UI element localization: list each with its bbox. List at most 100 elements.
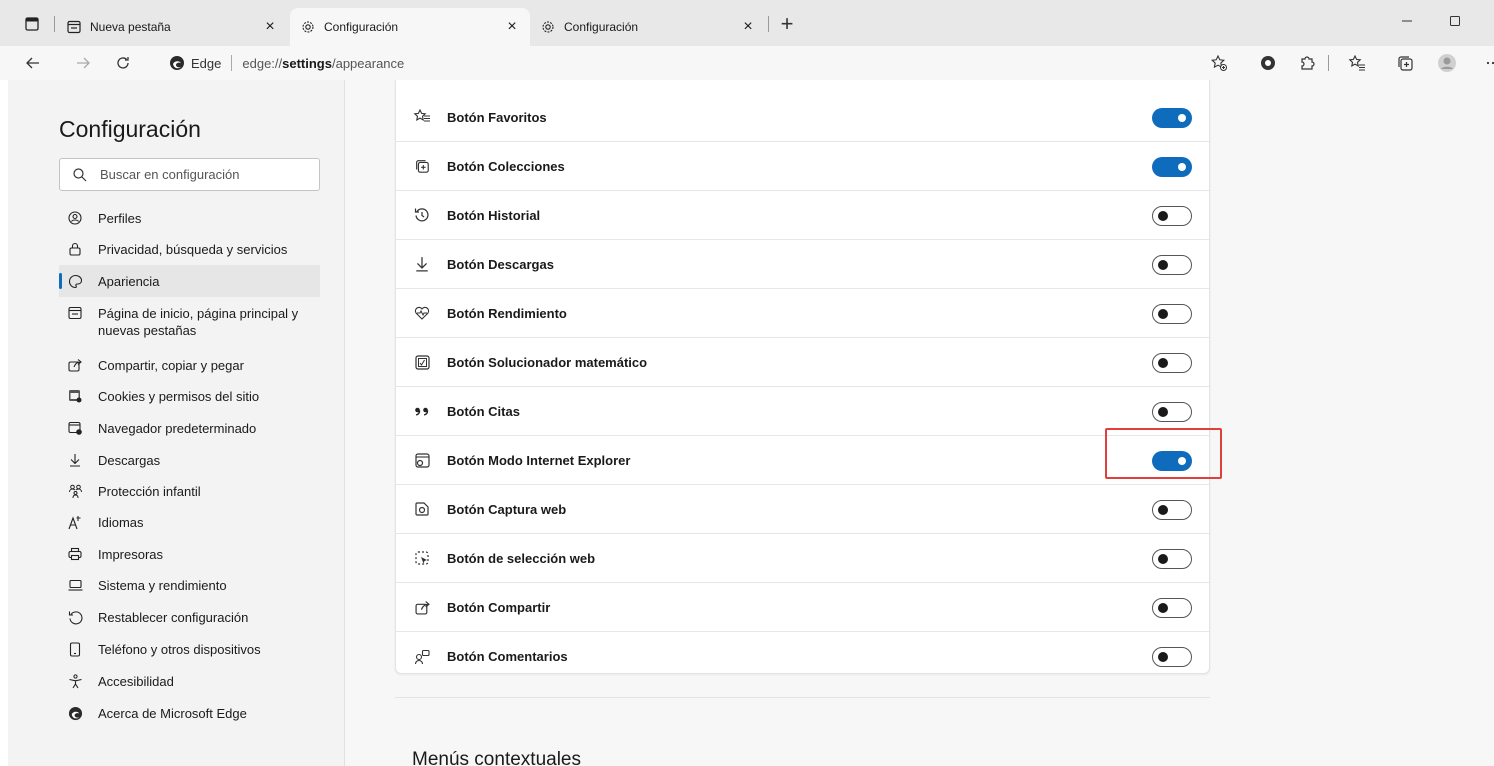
tab-settings-active[interactable]: Configuración × (290, 8, 530, 46)
sidebar-item-pagina-inicio[interactable]: Página de inicio, página principal y nue… (59, 305, 320, 339)
toggle-switch[interactable] (1152, 157, 1192, 177)
tab-settings[interactable]: Configuración × (530, 8, 766, 46)
palette-icon (67, 273, 83, 289)
tab-title: Configuración (564, 20, 639, 34)
sidebar-item-label: Idiomas (98, 515, 144, 530)
maximize-icon[interactable] (1444, 10, 1466, 32)
forward-icon[interactable] (70, 50, 96, 76)
printer-icon (67, 546, 83, 562)
setting-label: Botón Colecciones (447, 158, 565, 174)
close-icon[interactable]: × (740, 18, 756, 35)
profile-icon (67, 210, 83, 226)
setting-row-comentarios: Botón Comentarios (396, 632, 1209, 681)
settings-sidebar: Configuración Perfiles Privacidad, búsqu… (8, 80, 345, 766)
tab-new-tab[interactable]: Nueva pestaña × (56, 8, 288, 46)
gear-icon (540, 19, 556, 35)
download-icon (67, 452, 83, 468)
setting-label: Botón de selección web (447, 550, 596, 566)
refresh-icon[interactable] (110, 50, 136, 76)
section-divider (395, 697, 1210, 698)
setting-row-seleccion: Botón de selección web (396, 534, 1209, 583)
extensions-puzzle-icon[interactable] (1296, 52, 1318, 74)
sidebar-item-label: Restablecer configuración (98, 610, 249, 625)
close-icon[interactable]: × (262, 18, 278, 35)
download-icon (413, 255, 431, 273)
new-tab-button[interactable]: + (776, 13, 798, 36)
gear-icon (300, 19, 316, 35)
sidebar-item-apariencia[interactable]: Apariencia (59, 265, 320, 297)
setting-row-colecciones: Botón Colecciones (396, 142, 1209, 191)
toggle-switch[interactable] (1152, 500, 1192, 520)
sidebar-item-impresoras[interactable]: Impresoras (59, 546, 320, 563)
extension-icon[interactable] (1257, 52, 1279, 74)
laptop-icon (67, 577, 83, 593)
address-bar[interactable]: Edge edge://settings/appearance (152, 48, 1232, 78)
section-title-context-menus: Menús contextuales (412, 749, 581, 766)
sidebar-item-proteccion[interactable]: Protección infantil (59, 483, 320, 500)
sidebar-item-descargas[interactable]: Descargas (59, 452, 320, 469)
tab-actions-icon[interactable] (22, 14, 42, 34)
back-icon[interactable] (20, 50, 46, 76)
navigation-toolbar: Edge edge://settings/appearance (0, 46, 1494, 80)
sidebar-item-label: Compartir, copiar y pegar (98, 358, 244, 373)
cookies-icon (67, 388, 83, 404)
default-browser-icon (67, 420, 83, 436)
add-favorite-icon[interactable] (1208, 52, 1230, 74)
sidebar-item-accesibilidad[interactable]: Accesibilidad (59, 673, 320, 690)
toggle-switch[interactable] (1152, 206, 1192, 226)
toggle-switch[interactable] (1152, 402, 1192, 422)
search-input[interactable] (100, 167, 300, 182)
sidebar-item-acerca[interactable]: Acerca de Microsoft Edge (59, 705, 320, 722)
sidebar-item-label: Cookies y permisos del sitio (98, 389, 260, 404)
search-icon (73, 167, 87, 181)
sidebar-item-restablecer[interactable]: Restablecer configuración (59, 609, 320, 626)
setting-row-descargas: Botón Descargas (396, 240, 1209, 289)
sidebar-item-label: Accesibilidad (98, 674, 174, 689)
quotes-icon (413, 402, 431, 420)
tab-divider (54, 16, 55, 32)
toggle-switch[interactable] (1152, 353, 1192, 373)
toggle-switch[interactable] (1152, 647, 1192, 667)
edge-logo-icon (170, 56, 184, 70)
toggle-switch[interactable] (1152, 598, 1192, 618)
setting-row-favoritos: Botón Favoritos (396, 93, 1209, 142)
setting-label: Botón Comentarios (447, 649, 568, 664)
toggle-switch[interactable] (1152, 451, 1192, 471)
sidebar-item-label: Impresoras (98, 547, 164, 562)
setting-label: Botón Favoritos (447, 109, 547, 125)
page-title: Configuración (59, 116, 201, 142)
toggle-switch[interactable] (1152, 549, 1192, 569)
sidebar-item-label: Protección infantil (98, 484, 201, 499)
close-icon[interactable]: × (504, 18, 520, 35)
setting-row-captura: Botón Captura web (396, 485, 1209, 534)
more-options-icon[interactable] (1478, 52, 1494, 74)
sidebar-item-perfiles[interactable]: Perfiles (59, 210, 320, 227)
feedback-icon (413, 648, 431, 666)
sidebar-item-privacidad[interactable]: Privacidad, búsqueda y servicios (59, 241, 320, 258)
favorites-icon[interactable] (1346, 52, 1368, 74)
sidebar-item-idiomas[interactable]: Idiomas (59, 514, 320, 531)
setting-row-rendimiento: Botón Rendimiento (396, 289, 1209, 338)
profile-avatar-icon[interactable] (1436, 52, 1458, 74)
ie-mode-icon (413, 451, 431, 469)
sidebar-item-sistema[interactable]: Sistema y rendimiento (59, 577, 320, 594)
minimize-icon[interactable] (1396, 10, 1418, 32)
math-solver-icon (413, 353, 431, 371)
share-icon (67, 357, 83, 373)
accessibility-icon (67, 673, 83, 689)
settings-search[interactable] (59, 158, 320, 191)
collections-icon (413, 157, 431, 175)
toggle-switch[interactable] (1152, 255, 1192, 275)
sidebar-item-label: Página de inicio, página principal y nue… (98, 306, 299, 338)
sidebar-item-telefono[interactable]: Teléfono y otros dispositivos (59, 641, 320, 658)
collections-icon[interactable] (1394, 52, 1416, 74)
sidebar-item-label: Descargas (98, 453, 161, 468)
sidebar-item-compartir[interactable]: Compartir, copiar y pegar (59, 357, 320, 374)
phone-icon (67, 641, 83, 657)
toggle-switch[interactable] (1152, 304, 1192, 324)
toggle-switch[interactable] (1152, 108, 1192, 128)
sidebar-item-cookies[interactable]: Cookies y permisos del sitio (59, 388, 320, 405)
address-divider (231, 55, 233, 71)
performance-icon (413, 304, 431, 322)
sidebar-item-navegador[interactable]: Navegador predeterminado (59, 420, 320, 437)
